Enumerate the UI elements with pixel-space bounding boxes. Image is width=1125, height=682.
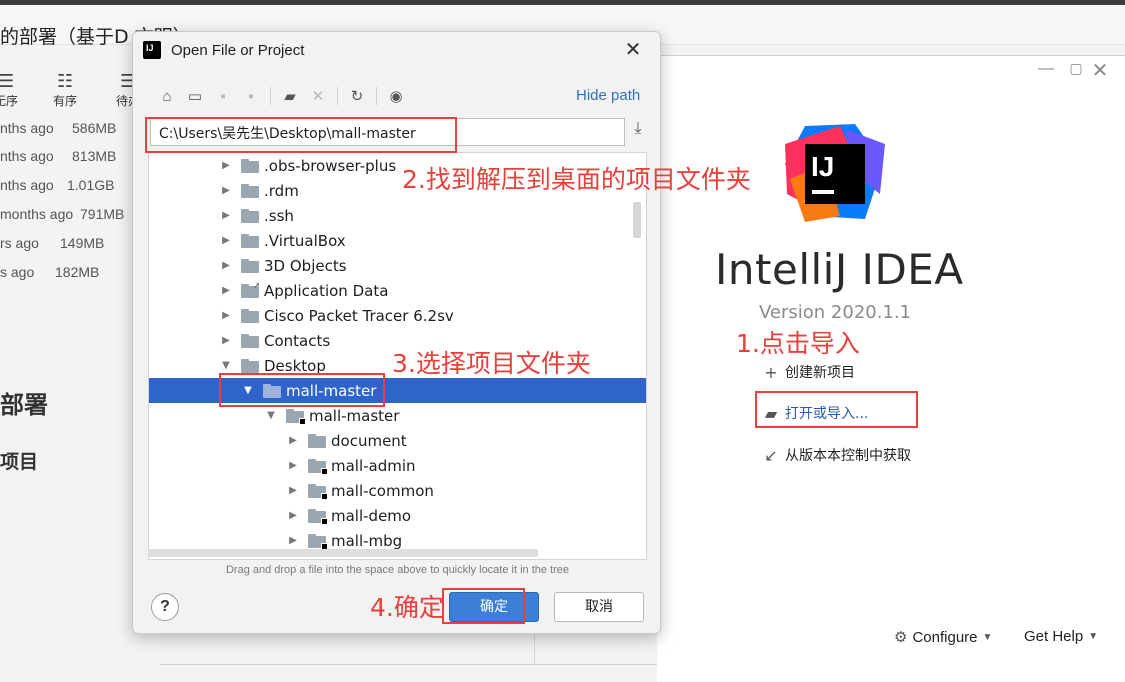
folder-icon xyxy=(241,308,259,323)
chevron-down-icon: ▼ xyxy=(1088,631,1099,642)
annotation-step2: 2.找到解压到桌面的项目文件夹 xyxy=(402,165,751,194)
create-project-action[interactable]: + 创建新项目 xyxy=(762,362,855,382)
chevron-down-icon: ▼ xyxy=(982,631,993,643)
tree-item[interactable]: ▶ 3D Objects xyxy=(149,253,646,278)
dialog-toolbar: ⌂ ▭ ▪ ▪ ▰ ✕ ↻ ◉ xyxy=(153,84,410,108)
expand-arrow-icon[interactable]: ▶ xyxy=(219,210,233,221)
folder-link-icon: ↗ xyxy=(241,281,260,298)
folder-icon xyxy=(241,183,259,198)
expand-arrow-icon[interactable]: ▶ xyxy=(286,485,300,496)
annotation-box-ok xyxy=(442,588,525,624)
module-folder-icon xyxy=(308,483,328,500)
cancel-button[interactable]: 取消 xyxy=(554,592,644,622)
tree-item[interactable]: ▶ mall-common xyxy=(149,478,646,503)
unordered-list-button[interactable]: ☰ 无序 xyxy=(0,72,18,109)
annotation-box-path xyxy=(145,117,457,153)
expand-arrow-icon[interactable]: ▶ xyxy=(219,335,233,346)
folder-icon xyxy=(241,358,259,373)
module-folder-icon xyxy=(308,458,328,475)
drag-drop-hint: Drag and drop a file into the space abov… xyxy=(225,564,570,576)
module-folder-icon xyxy=(308,508,328,525)
ordered-list-icon: ☷ xyxy=(56,71,74,92)
tree-item[interactable]: ▶ mall-admin xyxy=(149,453,646,478)
expand-arrow-icon[interactable]: ▶ xyxy=(219,160,233,171)
project-folder-icon[interactable]: ▪ xyxy=(209,84,237,108)
show-hidden-icon[interactable]: ◉ xyxy=(382,84,410,108)
annotation-step4: 4.确定 xyxy=(370,593,444,622)
toolbar-divider xyxy=(337,87,338,105)
minimize-button[interactable]: — xyxy=(1036,60,1056,82)
home-icon[interactable]: ⌂ xyxy=(153,84,181,108)
plus-icon: + xyxy=(764,362,778,382)
welcome-right-panel xyxy=(657,56,1125,682)
background-heading: 部署 xyxy=(0,391,48,419)
tree-item[interactable]: ▶ .ssh xyxy=(149,203,646,228)
vcs-checkout-action[interactable]: ↙ 从版本本控制中获取 xyxy=(762,445,911,465)
dialog-title: Open File or Project xyxy=(171,42,305,59)
toolbar-divider xyxy=(376,87,377,105)
intellij-app-icon: IJ xyxy=(143,41,161,59)
desktop-icon[interactable]: ▭ xyxy=(181,84,209,108)
expand-arrow-icon[interactable]: ▶ xyxy=(219,235,233,246)
tree-horizontal-scrollbar[interactable] xyxy=(148,549,538,557)
new-folder-icon[interactable]: ▰ xyxy=(276,84,304,108)
delete-icon[interactable]: ✕ xyxy=(304,84,332,108)
annotation-step3: 3.选择项目文件夹 xyxy=(392,349,591,378)
logo-underline xyxy=(812,190,834,194)
expand-arrow-icon[interactable]: ▶ xyxy=(286,510,300,521)
refresh-icon[interactable]: ↻ xyxy=(343,84,371,108)
toolbar-divider xyxy=(270,87,271,105)
ordered-list-button[interactable]: ☷ 有序 xyxy=(53,72,77,109)
close-window-button[interactable]: ✕ xyxy=(1090,58,1110,82)
module-folder-icon xyxy=(286,408,306,425)
intellij-logo-icon: IJ xyxy=(785,124,885,222)
get-help-menu[interactable]: Get Help ▼ xyxy=(1024,628,1098,645)
folder-icon xyxy=(241,233,259,248)
logo-text: IJ xyxy=(811,151,834,182)
expand-arrow-icon[interactable]: ▶ xyxy=(219,310,233,321)
download-icon[interactable]: ⤓ xyxy=(627,120,649,144)
annotation-box-folder xyxy=(219,373,385,407)
annotation-box-open xyxy=(755,391,918,428)
tree-vertical-scrollbar[interactable] xyxy=(633,202,641,238)
folder-icon xyxy=(241,258,259,273)
folder-icon xyxy=(241,208,259,223)
configure-menu[interactable]: ⚙ Configure ▼ xyxy=(894,628,993,647)
list-icon: ☰ xyxy=(0,71,15,92)
product-version: Version 2020.1.1 xyxy=(759,302,912,323)
tree-item[interactable]: ▶ ↗ Application Data xyxy=(149,278,646,303)
product-name: IntelliJ IDEA xyxy=(715,245,964,294)
expand-arrow-icon[interactable]: ▶ xyxy=(219,185,233,196)
gear-icon: ⚙ xyxy=(894,629,908,646)
module-folder-icon[interactable]: ▪ xyxy=(237,84,265,108)
annotation-step1: 1.点击导入 xyxy=(736,329,860,358)
folder-icon xyxy=(241,333,259,348)
maximize-button[interactable]: ▢ xyxy=(1066,60,1086,82)
collapse-arrow-icon[interactable]: ▼ xyxy=(219,360,233,371)
expand-arrow-icon[interactable]: ▶ xyxy=(286,535,300,546)
tree-item[interactable]: ▶ Cisco Packet Tracer 6.2sv xyxy=(149,303,646,328)
tree-item[interactable]: ▶ mall-demo xyxy=(149,503,646,528)
expand-arrow-icon[interactable]: ▶ xyxy=(219,260,233,271)
background-subheading: 项目 xyxy=(0,451,39,473)
expand-arrow-icon[interactable]: ▶ xyxy=(219,285,233,296)
tree-item[interactable]: ▶ .VirtualBox xyxy=(149,228,646,253)
module-folder-icon xyxy=(308,533,328,550)
folder-icon xyxy=(241,158,259,173)
expand-arrow-icon[interactable]: ▶ xyxy=(286,435,300,446)
hide-path-link[interactable]: Hide path xyxy=(576,87,640,104)
arrow-down-left-icon: ↙ xyxy=(764,445,778,465)
collapse-arrow-icon[interactable]: ▼ xyxy=(264,410,278,421)
folder-icon xyxy=(308,433,326,448)
help-button[interactable]: ? xyxy=(151,593,179,621)
tree-item[interactable]: ▶ document xyxy=(149,428,646,453)
dialog-close-button[interactable]: ✕ xyxy=(621,38,645,62)
expand-arrow-icon[interactable]: ▶ xyxy=(286,460,300,471)
